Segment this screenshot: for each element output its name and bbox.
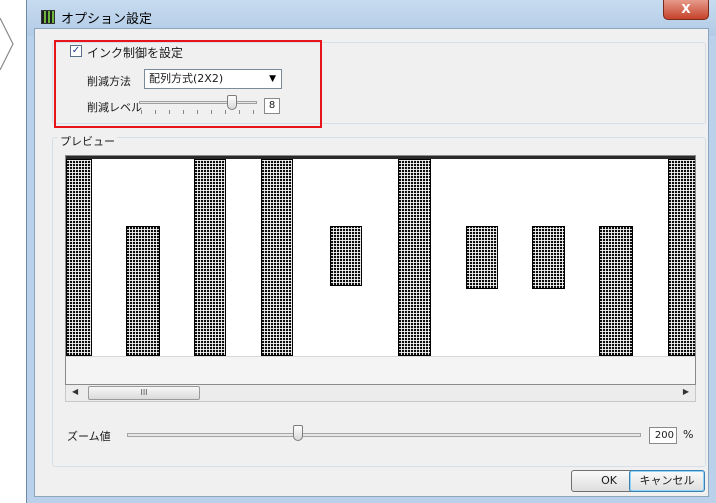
- scrollbar-thumb[interactable]: III: [88, 386, 200, 400]
- reduction-method-label: 削減方法: [87, 75, 131, 88]
- preview-bar: [466, 226, 498, 289]
- preview-bar: [398, 159, 431, 356]
- preview-bar: [194, 159, 226, 356]
- scroll-left-icon[interactable]: ◀: [72, 387, 78, 396]
- app-icon: [41, 10, 55, 24]
- zoom-label: ズーム値: [67, 430, 111, 443]
- ink-control-checkbox-label[interactable]: インク制御を設定: [87, 44, 183, 61]
- preview-bar: [66, 159, 92, 356]
- zoom-slider-thumb[interactable]: [293, 425, 303, 441]
- close-button[interactable]: X: [663, 0, 709, 20]
- reduction-method-select[interactable]: 配列方式(2X2) ▼: [144, 69, 282, 89]
- cancel-button[interactable]: キャンセル: [629, 470, 705, 492]
- left-tab-edge: [0, 18, 14, 70]
- window-title: オプション設定: [61, 12, 153, 27]
- close-icon: X: [681, 2, 691, 16]
- reduction-level-slider[interactable]: [139, 95, 259, 115]
- reduction-level-ticks: [141, 110, 255, 114]
- preview-horizontal-scrollbar[interactable]: ◀ III ▶: [65, 385, 696, 402]
- preview-bottom-area: [66, 356, 695, 384]
- ink-control-checkbox[interactable]: ✓: [70, 45, 82, 57]
- preview-label: プレビュー: [58, 133, 117, 149]
- preview-bar: [599, 226, 633, 356]
- reduction-level-label: 削減レベル: [87, 101, 142, 114]
- scroll-right-icon[interactable]: ▶: [683, 387, 689, 396]
- preview-bar: [126, 226, 160, 356]
- zoom-value-field[interactable]: 200: [649, 427, 677, 444]
- reduction-method-value: 配列方式(2X2): [149, 72, 224, 85]
- reduction-level-thumb[interactable]: [227, 95, 237, 110]
- preview-bar: [532, 226, 565, 289]
- dialog-client-area: ✓ インク制御を設定 削減方法 配列方式(2X2) ▼ 削減レベル 8 プレビュ…: [34, 28, 709, 497]
- options-dialog-window: オプション設定 X ✓ インク制御を設定 削減方法 配列方式(2X2) ▼ 削減…: [26, 0, 716, 503]
- preview-bar: [668, 159, 695, 356]
- preview-bar: [330, 226, 362, 286]
- zoom-slider-track[interactable]: [127, 433, 641, 437]
- scrollbar-grip: III: [140, 388, 148, 397]
- checkmark-icon: ✓: [71, 45, 81, 56]
- combo-arrow-icon: ▼: [269, 74, 276, 84]
- reduction-level-value[interactable]: 8: [264, 98, 280, 114]
- reduction-level-track: [139, 101, 257, 104]
- preview-top-edge: [66, 156, 695, 159]
- preview-bar: [261, 159, 293, 356]
- zoom-unit: %: [683, 428, 694, 441]
- preview-canvas: [65, 155, 696, 385]
